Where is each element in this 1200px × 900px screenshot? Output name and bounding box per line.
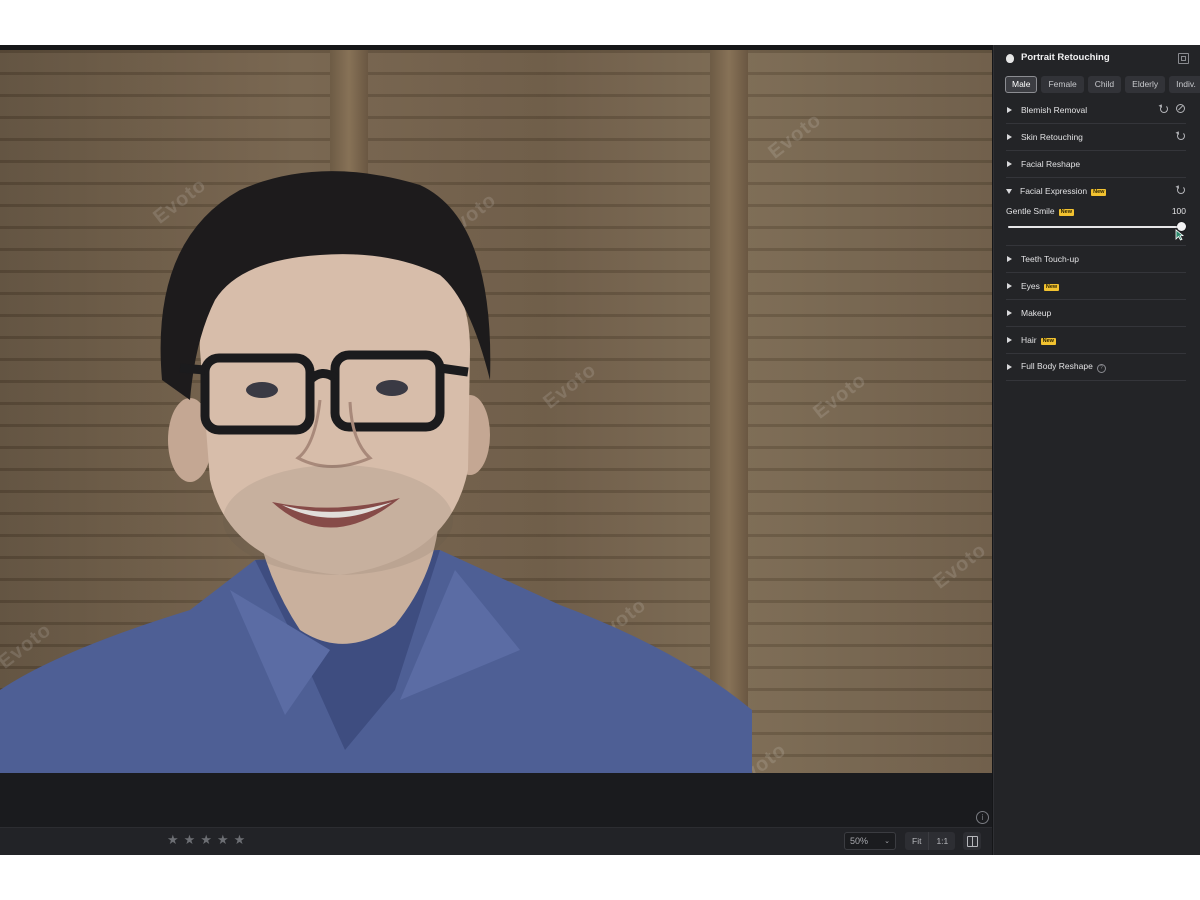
section-label: Facial Expression New (1020, 186, 1107, 196)
new-badge: New (1040, 338, 1056, 345)
tab-female[interactable]: Female (1041, 76, 1084, 93)
star-icon[interactable]: ★ (167, 834, 179, 848)
star-icon[interactable]: ★ (217, 834, 229, 848)
star-icon[interactable]: ★ (234, 834, 246, 848)
section-hair[interactable]: Hair New (1006, 327, 1186, 354)
reset-icon[interactable] (1177, 132, 1185, 140)
section-list: Blemish Removal Skin Retouching Facial R… (1006, 97, 1186, 381)
fit-button[interactable]: Fit (905, 832, 928, 850)
section-blemish-removal[interactable]: Blemish Removal (1006, 97, 1186, 124)
slider-fill (1008, 226, 1182, 228)
section-label: Teeth Touch-up (1021, 254, 1079, 264)
caret-right-icon (1007, 310, 1012, 316)
new-badge: New (1043, 284, 1060, 291)
section-label-text: Hair (1021, 335, 1037, 345)
zoom-value: 50% (850, 836, 869, 846)
one-to-one-button[interactable]: 1:1 (928, 832, 955, 850)
caret-right-icon (1007, 364, 1012, 370)
caret-right-icon (1007, 107, 1012, 113)
split-view-icon (966, 835, 978, 847)
bottom-toolbar: ★ ★ ★ ★ ★ 50% ⌄ Fit 1:1 (0, 827, 992, 855)
caret-right-icon (1007, 337, 1012, 343)
retouch-panel: Portrait Retouching Male Female Child El… (993, 45, 1200, 855)
gentle-smile-control: Gentle Smile New 100 (1006, 204, 1186, 246)
section-eyes[interactable]: Eyes New (1006, 273, 1186, 300)
section-full-body-reshape[interactable]: Full Body Reshape? (1006, 354, 1186, 381)
compare-button[interactable] (963, 832, 981, 850)
gentle-smile-slider[interactable] (1008, 222, 1186, 231)
section-label-text: Full Body Reshape (1021, 361, 1093, 371)
section-label: Full Body Reshape? (1021, 361, 1106, 373)
slider-value[interactable]: 100 (1172, 206, 1186, 216)
section-skin-retouching[interactable]: Skin Retouching (1006, 124, 1186, 151)
new-badge: New (1058, 209, 1074, 216)
photo-canvas[interactable]: Evoto Evoto Evoto Evoto Evoto Evoto Evot… (0, 50, 992, 773)
section-facial-reshape[interactable]: Facial Reshape (1006, 151, 1186, 178)
expand-icon[interactable] (1178, 53, 1189, 64)
panel-title: Portrait Retouching (1021, 52, 1110, 63)
tab-child[interactable]: Child (1087, 76, 1122, 93)
rating-stars[interactable]: ★ ★ ★ ★ ★ (167, 834, 245, 848)
zoom-buttons: Fit 1:1 (905, 832, 956, 850)
section-label: Blemish Removal (1021, 105, 1088, 115)
reset-icon[interactable] (1177, 186, 1185, 194)
app-window: Evoto Evoto Evoto Evoto Evoto Evoto Evot… (0, 45, 1200, 855)
subject-tabs: Male Female Child Elderly Indiv. (1005, 76, 1200, 93)
section-facial-expression[interactable]: Facial Expression New (1006, 178, 1186, 204)
zoom-select[interactable]: 50% ⌄ (844, 832, 896, 850)
eraser-icon[interactable] (1176, 104, 1185, 113)
portrait-icon (1006, 54, 1014, 63)
star-icon[interactable]: ★ (200, 834, 212, 848)
section-label-text: Facial Expression (1020, 186, 1088, 196)
portrait-subject (0, 171, 752, 773)
panel-header: Portrait Retouching (1006, 51, 1189, 67)
caret-right-icon (1007, 283, 1012, 289)
chevron-down-icon: ⌄ (884, 837, 890, 845)
help-circle-icon[interactable]: ? (1096, 364, 1106, 373)
section-label: Eyes New (1021, 281, 1060, 291)
mouse-cursor-icon (1175, 229, 1184, 241)
section-label: Hair New (1021, 335, 1056, 345)
info-icon[interactable]: i (976, 811, 989, 824)
section-label: Skin Retouching (1021, 132, 1083, 142)
section-makeup[interactable]: Makeup (1006, 300, 1186, 327)
section-label-text: Eyes (1021, 281, 1040, 291)
slider-label-text: Gentle Smile (1006, 206, 1055, 216)
section-label: Makeup (1021, 308, 1052, 318)
new-badge: New (1091, 189, 1107, 196)
star-icon[interactable]: ★ (184, 834, 196, 848)
caret-right-icon (1007, 161, 1012, 167)
caret-down-icon (1006, 188, 1012, 194)
tab-elderly[interactable]: Elderly (1125, 76, 1166, 93)
canvas-margin (0, 773, 992, 827)
caret-right-icon (1007, 256, 1012, 262)
section-label: Facial Reshape (1021, 159, 1081, 169)
caret-right-icon (1007, 134, 1012, 140)
section-teeth-touch-up[interactable]: Teeth Touch-up (1006, 246, 1186, 273)
tab-individual[interactable]: Indiv. (1169, 76, 1200, 93)
reset-icon[interactable] (1160, 105, 1168, 113)
slider-label: Gentle Smile New (1006, 206, 1074, 216)
tab-male[interactable]: Male (1005, 76, 1038, 93)
